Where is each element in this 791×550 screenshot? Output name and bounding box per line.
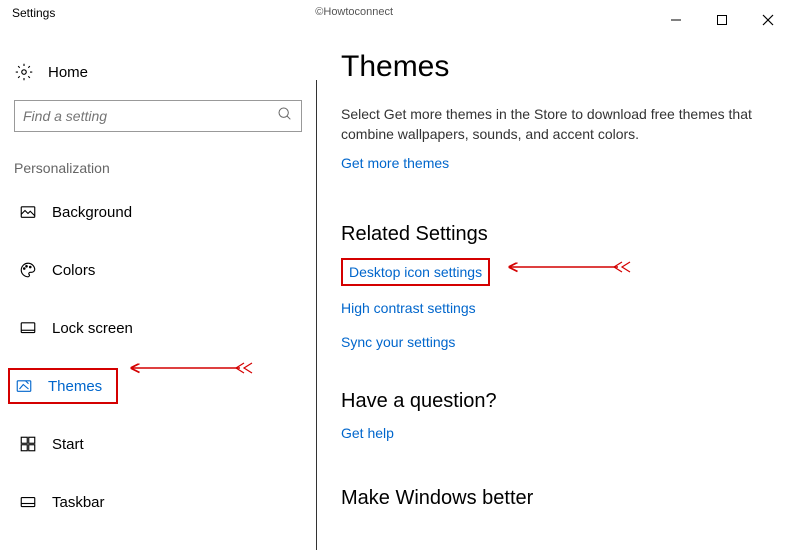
search-icon xyxy=(277,106,293,127)
nav-item-themes[interactable]: Themes xyxy=(8,368,118,404)
high-contrast-settings-link[interactable]: High contrast settings xyxy=(341,300,767,316)
sync-your-settings-link[interactable]: Sync your settings xyxy=(341,334,767,350)
taskbar-icon xyxy=(18,492,38,512)
start-icon xyxy=(18,434,38,454)
window-title: Settings xyxy=(12,6,55,20)
nav-label: Start xyxy=(52,436,84,453)
page-title: Themes xyxy=(341,50,767,84)
nav-label: Lock screen xyxy=(52,320,133,337)
make-better-heading: Make Windows better xyxy=(341,487,767,510)
main-content: Themes ⁠ Select Get more themes in the S… xyxy=(317,30,791,541)
question-heading: Have a question? xyxy=(341,390,767,413)
nav-label: Background xyxy=(52,204,132,221)
desktop-icon-settings-link[interactable]: Desktop icon settings xyxy=(341,258,490,286)
nav-item-start[interactable]: Start xyxy=(14,426,302,462)
titlebar: Settings ©Howtoconnect xyxy=(0,0,791,30)
category-label: Personalization xyxy=(14,160,302,176)
search-box[interactable] xyxy=(14,100,302,132)
related-settings-heading: Related Settings xyxy=(341,223,767,246)
watermark: ©Howtoconnect xyxy=(55,6,653,18)
image-icon xyxy=(18,202,38,222)
home-label: Home xyxy=(48,64,88,81)
nav-label: Themes xyxy=(48,378,102,395)
nav-item-lock-screen[interactable]: Lock screen xyxy=(14,310,302,346)
get-more-themes-link[interactable]: Get more themes xyxy=(341,155,449,171)
themes-description: Select Get more themes in the Store to d… xyxy=(341,104,767,145)
lock-screen-icon xyxy=(18,318,38,338)
nav-item-taskbar[interactable]: Taskbar xyxy=(14,484,302,520)
nav-item-background[interactable]: Background xyxy=(14,194,302,230)
home-nav[interactable]: Home xyxy=(14,58,302,100)
nav-label: Taskbar xyxy=(52,494,105,511)
sidebar: Home Personalization Background Colors xyxy=(0,30,316,541)
palette-icon xyxy=(18,260,38,280)
themes-icon xyxy=(14,376,34,396)
search-input[interactable] xyxy=(23,108,277,124)
get-help-link[interactable]: Get help xyxy=(341,425,394,441)
nav-label: Colors xyxy=(52,262,95,279)
gear-icon xyxy=(14,62,34,82)
nav-item-colors[interactable]: Colors xyxy=(14,252,302,288)
